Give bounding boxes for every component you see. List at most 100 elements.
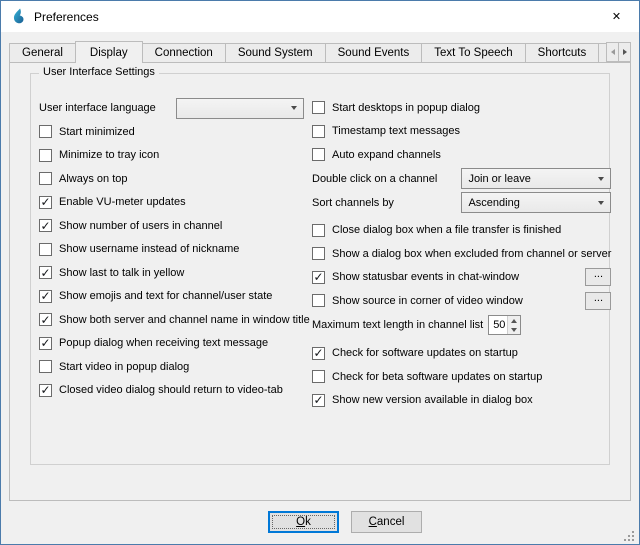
cancel-button[interactable]: Cancel (351, 511, 422, 533)
checkbox[interactable] (312, 148, 325, 161)
display-tab-page: User Interface Settings User interface l… (9, 62, 631, 501)
close-button[interactable]: ✕ (594, 1, 639, 32)
max-text-length-spinner[interactable]: 50 (488, 315, 521, 335)
tab-text-to-speech[interactable]: Text To Speech (421, 43, 525, 63)
checkbox-row[interactable]: ✓Closed video dialog should return to vi… (39, 379, 304, 403)
titlebar[interactable]: Preferences ✕ (1, 1, 639, 32)
checkbox[interactable] (312, 101, 325, 114)
language-dropdown[interactable] (176, 98, 304, 119)
double-click-label: Double click on a channel (312, 173, 437, 185)
checkbox-row[interactable]: Always on top (39, 167, 304, 191)
checkbox[interactable] (312, 125, 325, 138)
preferences-dialog: Preferences ✕ GeneralDisplayConnectionSo… (0, 0, 640, 545)
checkbox-row[interactable]: Start desktops in popup dialog (312, 96, 611, 120)
tab-connection[interactable]: Connection (142, 43, 226, 63)
checkbox-row[interactable]: Start video in popup dialog (39, 355, 304, 379)
video-source-row[interactable]: Show source in corner of video window ..… (312, 289, 611, 313)
close-icon: ✕ (612, 10, 621, 23)
checkbox[interactable]: ✓ (39, 219, 52, 232)
checkbox-row[interactable]: ✓ Enable VU-meter updates (39, 191, 304, 215)
tab-sound-system[interactable]: Sound System (225, 43, 326, 63)
checkbox[interactable]: ✓ (39, 266, 52, 279)
checkbox-label: Auto expand channels (332, 149, 441, 161)
checkbox-row[interactable]: Timestamp text messages (312, 120, 611, 144)
checkbox-row[interactable]: ✓ Show number of users in channel (39, 214, 304, 238)
checkbox-row[interactable]: ✓ Show new version available in dialog bo… (312, 389, 611, 413)
arrow-down-icon (511, 328, 517, 332)
tab-scroll-buttons (606, 42, 631, 62)
checkbox-label: Show number of users in channel (59, 220, 222, 232)
checkbox-label: Check for beta software updates on start… (332, 371, 542, 383)
checkbox[interactable]: ✓ (312, 394, 325, 407)
left-settings-column: User interface language Start minimized M… (39, 96, 304, 412)
scroll-left-icon (611, 49, 615, 55)
checkbox[interactable] (39, 149, 52, 162)
checkbox-row[interactable]: ✓Show last to talk in yellow (39, 261, 304, 285)
checkbox-row[interactable]: Auto expand channels (312, 143, 611, 167)
right-mid-checkbox-list: Close dialog box when a file transfer is… (312, 219, 611, 266)
checkbox[interactable]: ✓ (39, 384, 52, 397)
checkbox-row[interactable]: ✓Popup dialog when receiving text messag… (39, 332, 304, 356)
checkbox-row[interactable]: ✓Show both server and channel name in wi… (39, 308, 304, 332)
checkbox-label: Show username instead of nickname (59, 243, 239, 255)
checkbox-row[interactable]: Show a dialog box when excluded from cha… (312, 242, 611, 266)
sort-channels-row: Sort channels by Ascending (312, 191, 611, 215)
checkbox[interactable] (312, 294, 325, 307)
checkbox-row[interactable]: ✓ Check for software updates on startup (312, 342, 611, 366)
checkbox-label: Start desktops in popup dialog (332, 102, 480, 114)
checkbox-label: Timestamp text messages (332, 125, 460, 137)
checkbox-label: Show emojis and text for channel/user st… (59, 290, 272, 302)
checkbox[interactable] (312, 247, 325, 260)
checkbox-row[interactable]: Show username instead of nickname (39, 238, 304, 262)
checkbox-label: Show a dialog box when excluded from cha… (332, 248, 611, 260)
checkbox-label: Start minimized (59, 126, 135, 138)
checkbox[interactable] (39, 125, 52, 138)
checkbox-row[interactable]: Minimize to tray icon (39, 144, 304, 168)
spinner-down-button[interactable] (508, 325, 520, 334)
checkbox[interactable]: ✓ (312, 347, 325, 360)
left-checkbox-list: Start minimized Minimize to tray iconAlwa… (39, 120, 304, 402)
checkbox-row[interactable]: Start minimized (39, 120, 304, 144)
checkbox-label: Check for software updates on startup (332, 347, 518, 359)
sort-channels-dropdown[interactable]: Ascending (461, 192, 611, 213)
checkbox[interactable] (312, 370, 325, 383)
resize-grip[interactable] (624, 529, 636, 541)
tab-general[interactable]: General (9, 43, 76, 63)
spinner-buttons (507, 316, 520, 334)
video-source-more-button[interactable]: ... (585, 292, 611, 310)
checkbox[interactable] (39, 172, 52, 185)
tab-scroll-right-button[interactable] (618, 42, 631, 62)
ok-button[interactable]: Ok (268, 511, 339, 533)
sort-channels-label: Sort channels by (312, 197, 394, 209)
checkbox-label: Show new version available in dialog box (332, 394, 533, 406)
checkbox[interactable] (312, 224, 325, 237)
statusbar-events-row[interactable]: ✓ Show statusbar events in chat-window .… (312, 266, 611, 290)
tab-shortcuts[interactable]: Shortcuts (525, 43, 600, 63)
checkbox-row[interactable]: Check for beta software updates on start… (312, 365, 611, 389)
checkbox-label: Enable VU-meter updates (59, 196, 186, 208)
chevron-down-icon (598, 201, 604, 205)
statusbar-events-more-button[interactable]: ... (585, 268, 611, 286)
double-click-dropdown[interactable]: Join or leave (461, 168, 611, 189)
checkbox[interactable]: ✓ (39, 290, 52, 303)
tab-strip: GeneralDisplayConnectionSound SystemSoun… (9, 40, 631, 63)
checkbox-row[interactable]: Close dialog box when a file transfer is… (312, 219, 611, 243)
checkbox[interactable] (39, 243, 52, 256)
checkbox-label: Show both server and channel name in win… (59, 314, 310, 326)
window-title: Preferences (34, 10, 99, 24)
checkbox[interactable]: ✓ (39, 196, 52, 209)
checkbox-label: Close dialog box when a file transfer is… (332, 224, 561, 236)
tab-sound-events[interactable]: Sound Events (325, 43, 423, 63)
tab-display[interactable]: Display (75, 41, 143, 63)
right-top-checkbox-list: Start desktops in popup dialog Timestamp … (312, 96, 611, 167)
dialog-buttons: Ok Cancel (26, 511, 640, 533)
spinner-up-button[interactable] (508, 316, 520, 325)
sort-channels-dropdown-value: Ascending (468, 197, 592, 209)
language-row: User interface language (39, 96, 304, 120)
checkbox[interactable]: ✓ (312, 271, 325, 284)
checkbox-row[interactable]: ✓ Show emojis and text for channel/user s… (39, 285, 304, 309)
checkbox-label: Start video in popup dialog (59, 361, 189, 373)
checkbox[interactable]: ✓ (39, 313, 52, 326)
checkbox[interactable]: ✓ (39, 337, 52, 350)
checkbox[interactable] (39, 360, 52, 373)
